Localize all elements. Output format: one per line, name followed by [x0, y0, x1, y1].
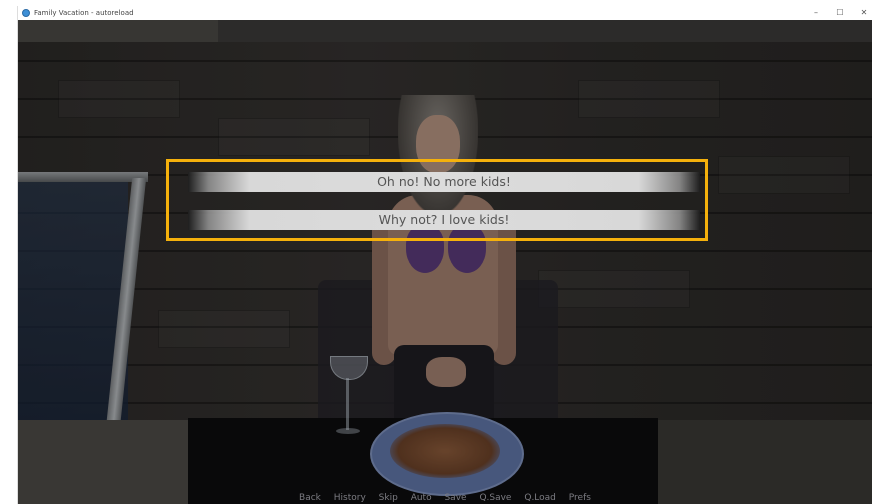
quick-menu-skip[interactable]: Skip	[379, 492, 398, 504]
choice-love-kids[interactable]: Why not? I love kids!	[188, 210, 700, 230]
title-bar: Family Vacation - autoreload – ☐ ✕	[18, 6, 872, 20]
choice-menu: Oh no! No more kids! Why not? I love kid…	[18, 20, 872, 504]
quick-menu-qload[interactable]: Q.Load	[524, 492, 556, 504]
quick-menu-qsave[interactable]: Q.Save	[479, 492, 511, 504]
window-title: Family Vacation - autoreload	[34, 9, 134, 17]
quick-menu-history[interactable]: History	[334, 492, 366, 504]
quick-menu: Back History Skip Auto Save Q.Save Q.Loa…	[18, 492, 872, 504]
choice-no-more-kids[interactable]: Oh no! No more kids!	[188, 172, 700, 192]
quick-menu-prefs[interactable]: Prefs	[569, 492, 591, 504]
game-window: Family Vacation - autoreload – ☐ ✕ Oh no…	[0, 0, 872, 504]
desktop-background	[0, 0, 18, 504]
game-scene: Oh no! No more kids! Why not? I love kid…	[18, 20, 872, 504]
minimize-button[interactable]: –	[806, 6, 826, 20]
app-icon	[22, 9, 30, 17]
close-button[interactable]: ✕	[854, 6, 872, 20]
quick-menu-auto[interactable]: Auto	[411, 492, 432, 504]
quick-menu-back[interactable]: Back	[299, 492, 321, 504]
quick-menu-save[interactable]: Save	[444, 492, 466, 504]
maximize-button[interactable]: ☐	[830, 6, 850, 20]
